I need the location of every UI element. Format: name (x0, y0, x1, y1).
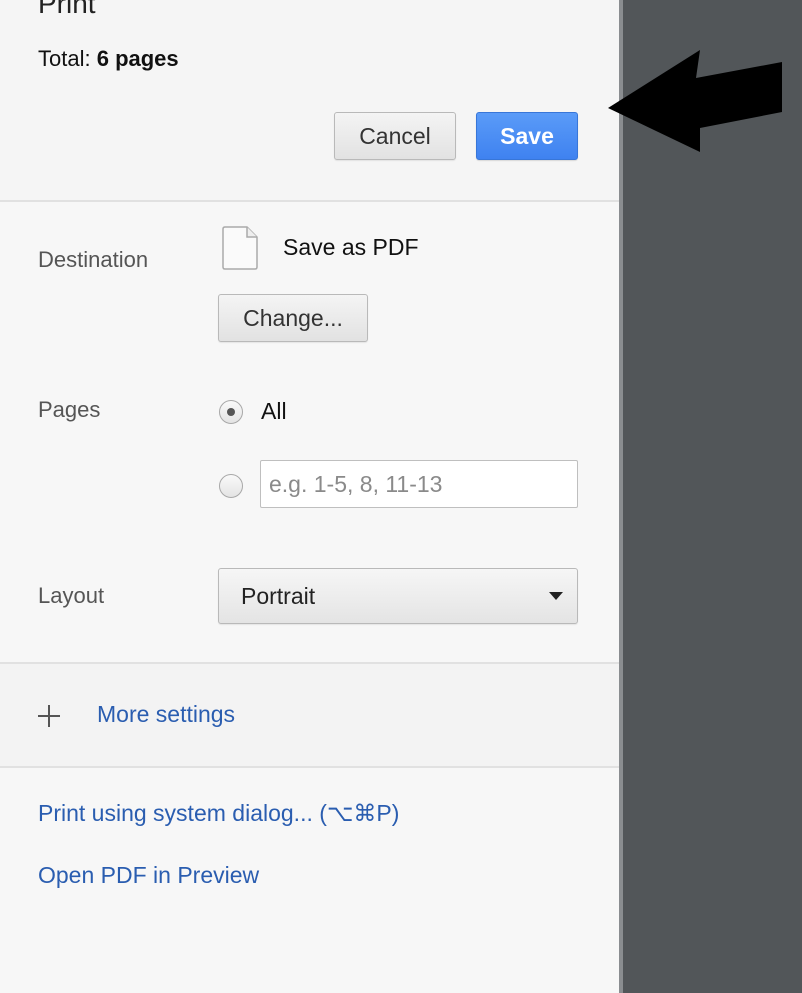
total-value: 6 pages (96, 46, 179, 71)
open-pdf-preview-link[interactable]: Open PDF in Preview (38, 862, 259, 889)
cancel-button[interactable]: Cancel (334, 112, 456, 160)
layout-selected-value: Portrait (241, 583, 316, 609)
more-settings-link[interactable]: More settings (97, 701, 235, 728)
document-icon (222, 226, 258, 270)
divider (0, 200, 619, 202)
page-title: Print (38, 0, 96, 19)
layout-label: Layout (38, 583, 105, 608)
change-destination-button[interactable]: Change... (218, 294, 368, 342)
pages-range-radio[interactable] (219, 474, 243, 498)
destination-label: Destination (38, 247, 149, 272)
print-sidebar: Print Total: 6 pages Cancel Save Destina… (0, 0, 619, 993)
pages-all-radio[interactable] (219, 400, 243, 424)
arrow-annotation-icon (608, 50, 782, 152)
destination-name: Save as PDF (283, 234, 419, 260)
pages-range-input[interactable] (260, 460, 578, 508)
pages-all-label: All (261, 398, 287, 424)
divider (0, 766, 619, 768)
print-header: Print Total: 6 pages Cancel Save (0, 0, 619, 200)
chevron-down-icon (549, 592, 563, 600)
plus-icon (38, 705, 60, 727)
more-settings-row[interactable]: More settings (0, 664, 619, 766)
total-pages: Total: 6 pages (38, 46, 179, 72)
pages-label: Pages (38, 397, 101, 422)
system-dialog-link[interactable]: Print using system dialog... (⌥⌘P) (38, 800, 399, 827)
layout-select[interactable]: Portrait (218, 568, 578, 624)
total-label: Total: (38, 46, 91, 71)
save-button[interactable]: Save (476, 112, 578, 160)
